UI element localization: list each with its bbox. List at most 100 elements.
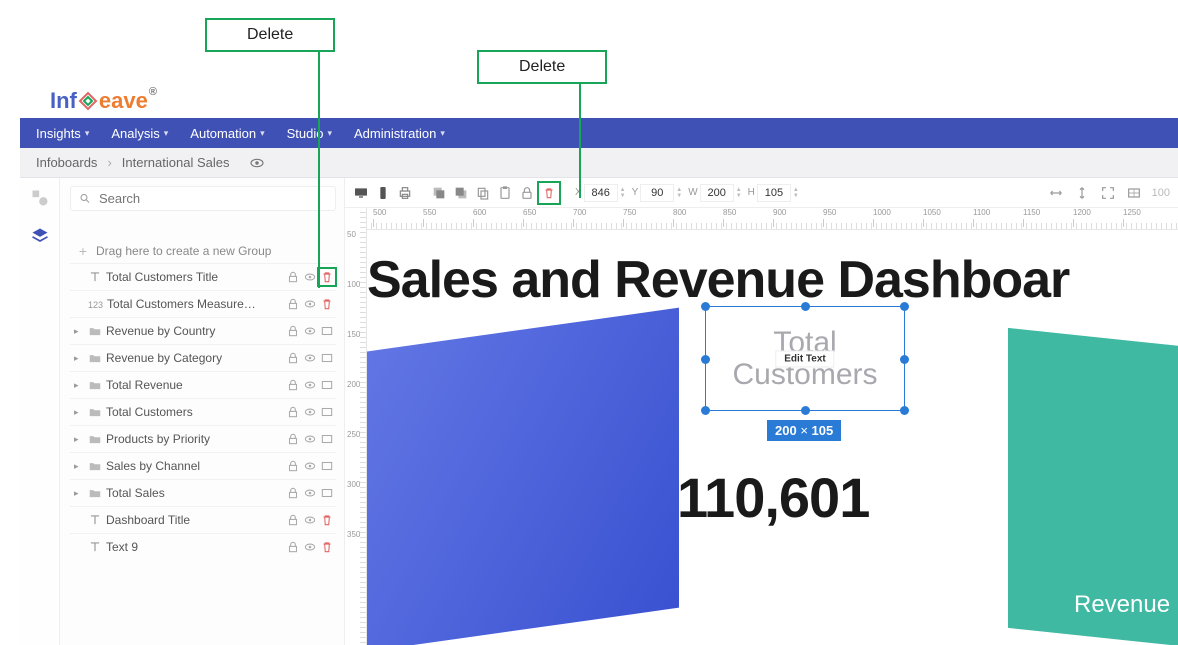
preview-icon[interactable] [249, 155, 265, 171]
expand-icon[interactable]: ▸ [74, 488, 84, 499]
layer-row[interactable]: ▸Revenue by Country [70, 317, 336, 344]
layer-row[interactable]: ▸Sales by Channel [70, 452, 336, 479]
print-icon[interactable] [397, 185, 413, 201]
layer-frame-icon[interactable] [320, 351, 334, 365]
layer-row[interactable]: ▸Products by Priority [70, 425, 336, 452]
layer-trash-icon[interactable] [320, 270, 334, 284]
fit-height-icon[interactable] [1074, 185, 1090, 201]
sidebar-search[interactable] [70, 186, 336, 211]
x-field[interactable]: X846▲▼ [575, 184, 626, 202]
fullscreen-icon[interactable] [1100, 185, 1116, 201]
layer-frame-icon[interactable] [320, 486, 334, 500]
h-field[interactable]: H105▲▼ [748, 184, 799, 202]
resize-handle-tr[interactable] [900, 302, 909, 311]
nav-administration[interactable]: Administration▾ [354, 126, 445, 141]
layer-eye-icon[interactable] [303, 486, 317, 500]
layer-lock-icon[interactable] [286, 270, 300, 284]
layer-row[interactable]: ▸Total Sales [70, 479, 336, 506]
layer-trash-icon[interactable] [320, 513, 334, 527]
layer-frame-icon[interactable] [320, 432, 334, 446]
expand-icon[interactable]: ▸ [74, 353, 84, 364]
dashboard-title-text[interactable]: Sales and Revenue Dashboar [367, 250, 1069, 310]
layer-row[interactable]: ▸Revenue by Category [70, 344, 336, 371]
drag-hint[interactable]: + Drag here to create a new Group [70, 239, 336, 263]
expand-icon[interactable]: ▸ [74, 380, 84, 391]
resize-handle-tl[interactable] [701, 302, 710, 311]
expand-icon[interactable]: ▸ [74, 407, 84, 418]
resize-handle-tm[interactable] [801, 302, 810, 311]
layer-row[interactable]: Dashboard Title [70, 506, 336, 533]
layer-lock-icon[interactable] [286, 486, 300, 500]
layers-panel-icon[interactable] [30, 226, 50, 246]
spinner-icon[interactable]: ▲▼ [736, 187, 742, 199]
layer-frame-icon[interactable] [320, 324, 334, 338]
resize-handle-bm[interactable] [801, 406, 810, 415]
layer-eye-icon[interactable] [303, 432, 317, 446]
spinner-icon[interactable]: ▲▼ [620, 187, 626, 199]
resize-handle-bl[interactable] [701, 406, 710, 415]
layer-eye-icon[interactable] [303, 297, 317, 311]
layer-eye-icon[interactable] [303, 459, 317, 473]
layer-lock-icon[interactable] [286, 459, 300, 473]
delete-toolbar-icon[interactable] [541, 185, 557, 201]
layer-frame-icon[interactable] [320, 459, 334, 473]
layer-eye-icon[interactable] [303, 378, 317, 392]
w-field[interactable]: W200▲▼ [688, 184, 741, 202]
layer-lock-icon[interactable] [286, 405, 300, 419]
desktop-view-icon[interactable] [353, 185, 369, 201]
expand-icon[interactable]: ▸ [74, 461, 84, 472]
resize-handle-br[interactable] [900, 406, 909, 415]
layer-eye-icon[interactable] [303, 324, 317, 338]
expand-icon[interactable]: ▸ [74, 434, 84, 445]
paste-icon[interactable] [497, 185, 513, 201]
resize-handle-ml[interactable] [701, 355, 710, 364]
layer-eye-icon[interactable] [303, 540, 317, 554]
nav-automation[interactable]: Automation▾ [190, 126, 264, 141]
layer-lock-icon[interactable] [286, 513, 300, 527]
breadcrumb-leaf[interactable]: International Sales [122, 155, 230, 170]
zoom-fit-icon[interactable] [1126, 185, 1142, 201]
layer-frame-icon[interactable] [320, 378, 334, 392]
layer-eye-icon[interactable] [303, 270, 317, 284]
metric-value[interactable]: 110,601 [677, 465, 869, 530]
layer-lock-icon[interactable] [286, 351, 300, 365]
shapes-panel-icon[interactable] [30, 188, 50, 208]
expand-icon[interactable]: ▸ [74, 326, 84, 337]
layer-lock-icon[interactable] [286, 432, 300, 446]
layer-lock-icon[interactable] [286, 324, 300, 338]
spinner-icon[interactable]: ▲▼ [793, 187, 799, 199]
lock-icon[interactable] [519, 185, 535, 201]
design-canvas[interactable]: Sales and Revenue Dashboar Revenue by C … [367, 230, 1178, 645]
zoom-level[interactable]: 100 [1152, 187, 1170, 199]
layer-trash-icon[interactable] [320, 540, 334, 554]
y-field[interactable]: Y90▲▼ [632, 184, 683, 202]
layer-row[interactable]: ▸Total Revenue [70, 371, 336, 398]
bring-forward-icon[interactable] [431, 185, 447, 201]
layer-eye-icon[interactable] [303, 513, 317, 527]
spinner-icon[interactable]: ▲▼ [676, 187, 682, 199]
nav-analysis[interactable]: Analysis▾ [111, 126, 168, 141]
layer-lock-icon[interactable] [286, 297, 300, 311]
breadcrumb-root[interactable]: Infoboards [36, 155, 97, 170]
teal-parallelogram-shape[interactable]: Revenue by C [1008, 328, 1178, 645]
selection-box[interactable]: Total Customers Edit Text [705, 306, 905, 411]
layer-lock-icon[interactable] [286, 378, 300, 392]
nav-insights[interactable]: Insights▾ [36, 126, 89, 141]
layer-row[interactable]: 123Total Customers Measure… [70, 290, 336, 317]
nav-studio[interactable]: Studio▾ [287, 126, 332, 141]
layer-lock-icon[interactable] [286, 540, 300, 554]
layer-row[interactable]: Total Customers Title [70, 263, 336, 290]
layer-eye-icon[interactable] [303, 351, 317, 365]
mobile-view-icon[interactable] [375, 185, 391, 201]
edit-text-popup[interactable]: Edit Text [775, 350, 834, 367]
layer-row[interactable]: Text 9 [70, 533, 336, 560]
resize-handle-mr[interactable] [900, 355, 909, 364]
fit-width-icon[interactable] [1048, 185, 1064, 201]
search-input[interactable] [99, 191, 327, 206]
vertical-ruler[interactable]: 50100150200250300350 [345, 208, 367, 645]
copy-icon[interactable] [475, 185, 491, 201]
blue-parallelogram-shape[interactable] [367, 308, 679, 645]
layer-frame-icon[interactable] [320, 405, 334, 419]
send-backward-icon[interactable] [453, 185, 469, 201]
layer-eye-icon[interactable] [303, 405, 317, 419]
